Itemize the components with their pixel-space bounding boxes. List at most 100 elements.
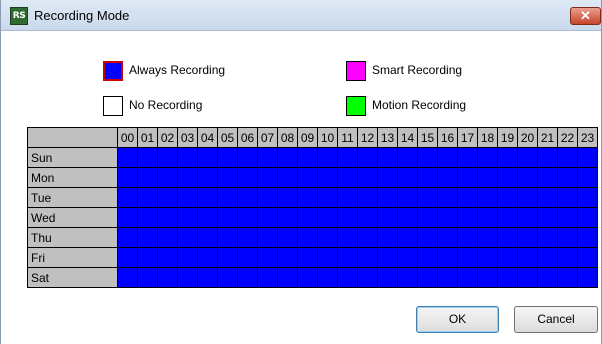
schedule-cell[interactable] [377, 147, 398, 168]
schedule-cell[interactable] [117, 187, 138, 208]
schedule-cell[interactable] [117, 167, 138, 188]
hour-header[interactable]: 20 [517, 127, 538, 148]
schedule-cell[interactable] [497, 227, 518, 248]
schedule-cell[interactable] [497, 187, 518, 208]
legend-motion-recording[interactable]: Motion Recording [346, 96, 486, 116]
schedule-cell[interactable] [217, 167, 238, 188]
schedule-cell[interactable] [237, 227, 258, 248]
schedule-cell[interactable] [297, 207, 318, 228]
schedule-cell[interactable] [457, 267, 478, 288]
schedule-cell[interactable] [277, 267, 298, 288]
legend-smart-recording[interactable]: Smart Recording [346, 61, 486, 81]
schedule-cell[interactable] [257, 267, 278, 288]
schedule-cell[interactable] [277, 147, 298, 168]
schedule-cell[interactable] [277, 167, 298, 188]
schedule-cell[interactable] [217, 147, 238, 168]
schedule-cell[interactable] [537, 247, 558, 268]
schedule-cell[interactable] [457, 167, 478, 188]
schedule-cell[interactable] [137, 267, 158, 288]
schedule-cell[interactable] [197, 147, 218, 168]
schedule-cell[interactable] [197, 187, 218, 208]
schedule-cell[interactable] [337, 267, 358, 288]
schedule-cell[interactable] [217, 247, 238, 268]
schedule-cell[interactable] [577, 267, 598, 288]
schedule-cell[interactable] [497, 267, 518, 288]
schedule-cell[interactable] [477, 247, 498, 268]
schedule-cell[interactable] [317, 147, 338, 168]
close-button[interactable]: ✕ [570, 7, 601, 25]
schedule-cell[interactable] [577, 227, 598, 248]
schedule-cell[interactable] [537, 267, 558, 288]
schedule-cell[interactable] [497, 167, 518, 188]
schedule-cell[interactable] [197, 167, 218, 188]
hour-header[interactable]: 12 [357, 127, 378, 148]
schedule-cell[interactable] [457, 187, 478, 208]
schedule-cell[interactable] [437, 147, 458, 168]
hour-header[interactable]: 10 [317, 127, 338, 148]
schedule-cell[interactable] [317, 207, 338, 228]
hour-header[interactable]: 03 [177, 127, 198, 148]
schedule-cell[interactable] [217, 227, 238, 248]
hour-header[interactable]: 15 [417, 127, 438, 148]
schedule-cell[interactable] [317, 227, 338, 248]
schedule-cell[interactable] [477, 147, 498, 168]
schedule-cell[interactable] [297, 247, 318, 268]
schedule-cell[interactable] [297, 167, 318, 188]
schedule-cell[interactable] [457, 247, 478, 268]
schedule-cell[interactable] [237, 207, 258, 228]
hour-header[interactable]: 16 [437, 127, 458, 148]
schedule-cell[interactable] [137, 247, 158, 268]
schedule-cell[interactable] [297, 267, 318, 288]
schedule-cell[interactable] [517, 207, 538, 228]
day-label[interactable]: Fri [27, 247, 118, 268]
schedule-cell[interactable] [117, 227, 138, 248]
schedule-cell[interactable] [357, 187, 378, 208]
hour-header[interactable]: 22 [557, 127, 578, 148]
schedule-cell[interactable] [177, 207, 198, 228]
schedule-cell[interactable] [157, 147, 178, 168]
legend-always-recording[interactable]: Always Recording [103, 61, 243, 81]
schedule-cell[interactable] [517, 227, 538, 248]
schedule-cell[interactable] [337, 207, 358, 228]
schedule-cell[interactable] [417, 167, 438, 188]
schedule-cell[interactable] [477, 267, 498, 288]
hour-header[interactable]: 09 [297, 127, 318, 148]
schedule-cell[interactable] [477, 187, 498, 208]
schedule-cell[interactable] [517, 147, 538, 168]
swatch-no-recording[interactable] [103, 96, 123, 116]
schedule-cell[interactable] [257, 147, 278, 168]
hour-header[interactable]: 05 [217, 127, 238, 148]
hour-header[interactable]: 02 [157, 127, 178, 148]
hour-header[interactable]: 18 [477, 127, 498, 148]
schedule-cell[interactable] [557, 267, 578, 288]
schedule-cell[interactable] [117, 147, 138, 168]
schedule-cell[interactable] [317, 247, 338, 268]
schedule-cell[interactable] [257, 167, 278, 188]
schedule-cell[interactable] [557, 227, 578, 248]
schedule-cell[interactable] [577, 187, 598, 208]
swatch-motion-recording[interactable] [346, 96, 366, 116]
schedule-cell[interactable] [277, 227, 298, 248]
schedule-cell[interactable] [197, 267, 218, 288]
schedule-cell[interactable] [297, 187, 318, 208]
schedule-cell[interactable] [437, 187, 458, 208]
hour-header[interactable]: 19 [497, 127, 518, 148]
day-label[interactable]: Mon [27, 167, 118, 188]
schedule-cell[interactable] [357, 247, 378, 268]
hour-header[interactable]: 11 [337, 127, 358, 148]
schedule-cell[interactable] [477, 227, 498, 248]
schedule-cell[interactable] [417, 247, 438, 268]
schedule-cell[interactable] [277, 247, 298, 268]
schedule-cell[interactable] [357, 227, 378, 248]
schedule-cell[interactable] [217, 187, 238, 208]
schedule-cell[interactable] [537, 207, 558, 228]
schedule-cell[interactable] [557, 207, 578, 228]
schedule-cell[interactable] [177, 247, 198, 268]
hour-header[interactable]: 04 [197, 127, 218, 148]
hour-header[interactable]: 17 [457, 127, 478, 148]
schedule-cell[interactable] [397, 147, 418, 168]
schedule-cell[interactable] [517, 247, 538, 268]
schedule-cell[interactable] [337, 187, 358, 208]
schedule-cell[interactable] [537, 167, 558, 188]
schedule-cell[interactable] [197, 207, 218, 228]
